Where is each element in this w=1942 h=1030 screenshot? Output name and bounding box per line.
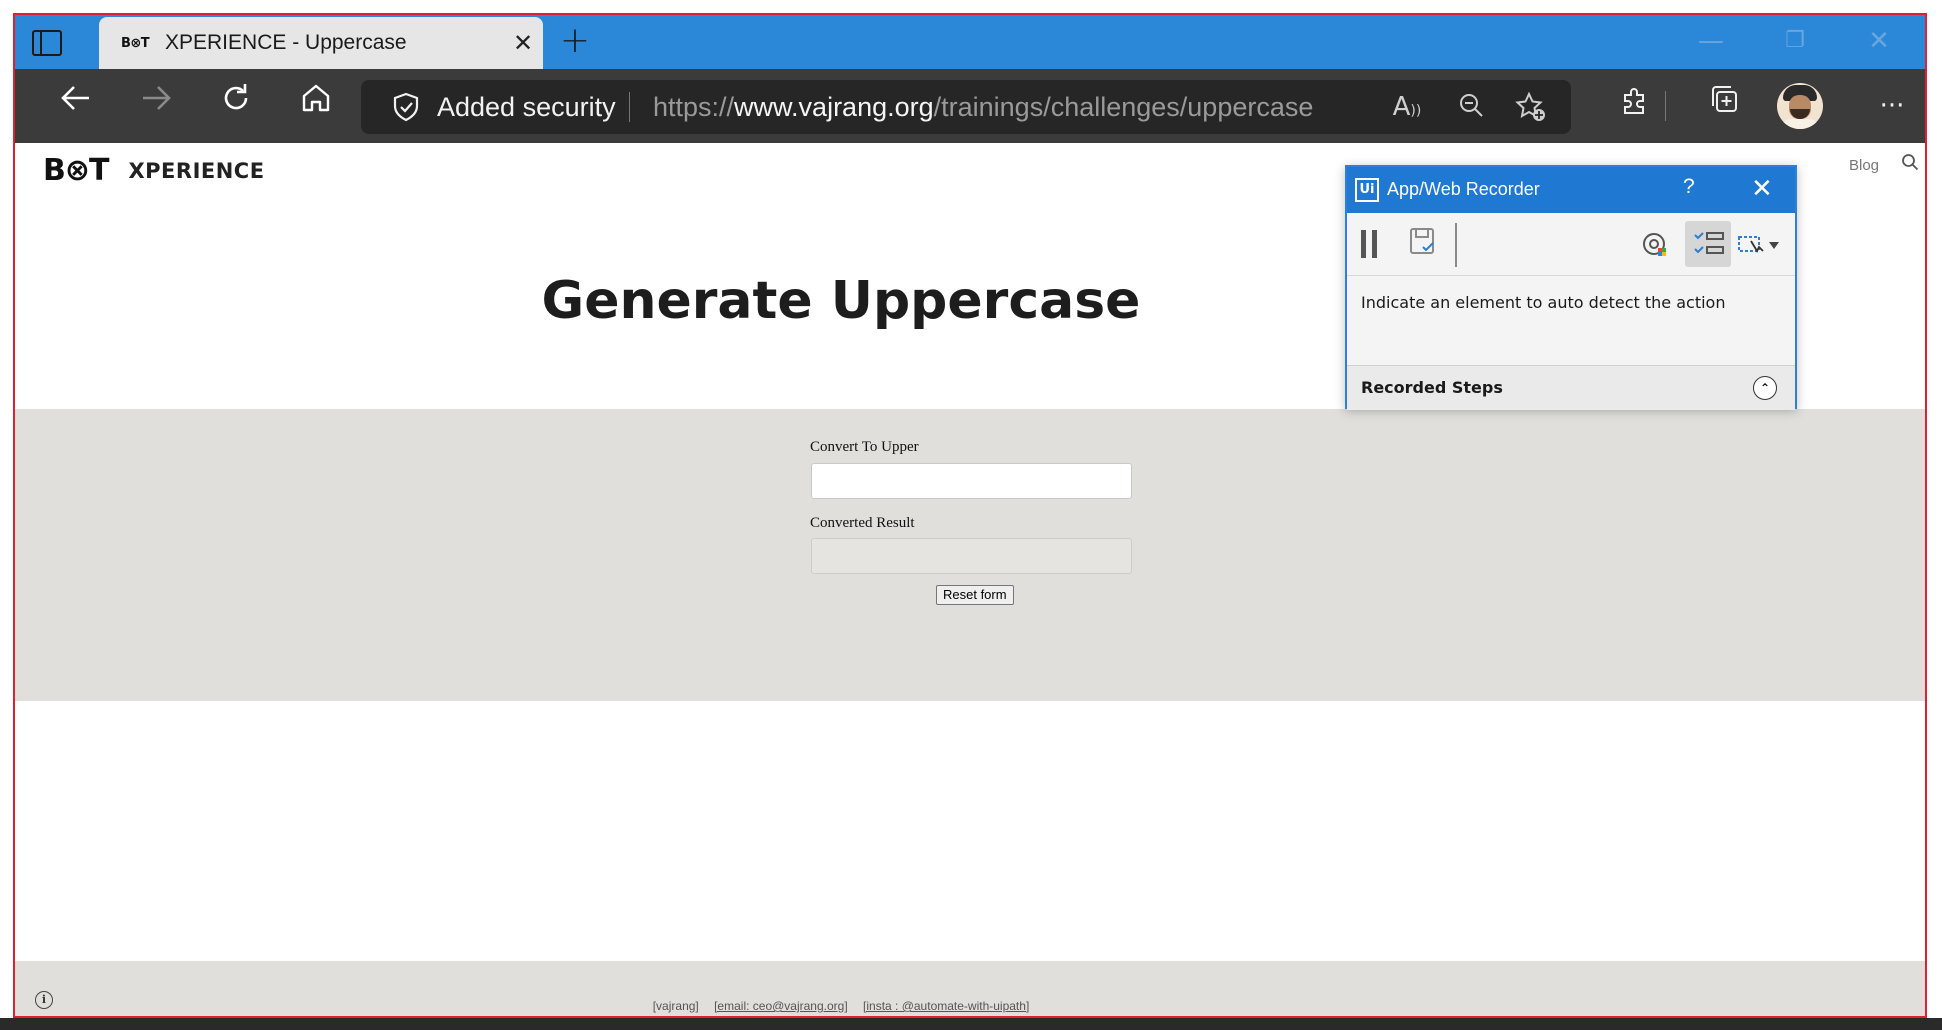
recorded-steps-section[interactable]: Recorded Steps ⌃ [1347,365,1795,410]
url-path: /trainings/challenges/uppercase [933,92,1314,122]
browser-toolbar: Added security https://www.vajrang.org/t… [15,69,1925,143]
save-and-exit-icon[interactable] [1409,227,1437,257]
help-icon[interactable]: ? [1683,175,1695,199]
tab-actions-icon [32,30,62,56]
url-domain: www.vajrang.org [734,92,934,122]
taskbar-strip [0,1018,1942,1030]
footer-links: [vajrang] [email: ceo@vajrang.org] [inst… [15,999,1667,1013]
result-label: Converted Result [810,515,915,531]
shield-icon[interactable] [391,92,421,122]
app-web-recorder-panel: Ui App/Web Recorder ? ✕ Indicate an elem… [1345,165,1797,410]
tab-strip: B⊗T XPERIENCE - Uppercase ✕ + — ❐ ✕ [15,15,1925,69]
tab-title: XPERIENCE - Uppercase [165,31,407,54]
home-icon[interactable] [291,81,341,131]
extensions-icon[interactable] [1611,83,1657,129]
restore-icon[interactable]: ❐ [1765,21,1825,61]
read-aloud-icon[interactable]: A)) [1387,91,1427,123]
window-close-icon[interactable]: ✕ [1849,21,1909,61]
site-brand[interactable]: B⊗T XPERIENCE [43,153,265,188]
zoom-out-icon[interactable] [1451,91,1491,123]
browser-window: B⊗T XPERIENCE - Uppercase ✕ + — ❐ ✕ Adde… [13,13,1927,1018]
uipath-logo-icon: Ui [1355,178,1379,202]
add-favorite-icon[interactable] [1511,91,1551,123]
more-icon[interactable]: ··· [1869,83,1915,129]
site-logo: B⊗T [43,153,109,188]
forward-icon[interactable] [131,81,181,131]
page-footer: [vajrang] [email: ceo@vajrang.org] [inst… [15,961,1925,1016]
close-tab-icon[interactable]: ✕ [503,29,543,57]
new-tab-icon[interactable]: + [555,23,595,63]
recorder-toolbar [1347,213,1795,276]
footer-name: [vajrang] [652,999,699,1013]
target-app-icon[interactable] [1641,231,1669,259]
info-icon[interactable]: i [35,991,53,1009]
result-field[interactable] [811,538,1132,574]
collapse-chevron-icon[interactable]: ⌃ [1753,376,1777,400]
profile-avatar[interactable] [1777,83,1823,129]
site-favicon: B⊗T [121,35,150,51]
minimize-icon[interactable]: — [1681,21,1741,61]
pause-icon[interactable] [1361,230,1377,258]
refresh-icon[interactable] [211,81,261,131]
toolbar-divider [1455,223,1457,267]
brand-name: XPERIENCE [128,158,265,183]
nav-blog[interactable]: Blog [1849,157,1879,174]
recorded-steps-toggle[interactable] [1685,221,1731,267]
tab-actions-button[interactable] [19,21,75,65]
address-divider [629,92,630,122]
recorder-close-icon[interactable]: ✕ [1751,173,1773,204]
convert-input[interactable] [811,463,1132,499]
recorder-titlebar[interactable]: Ui App/Web Recorder ? ✕ [1347,167,1795,213]
checklist-icon [1694,232,1724,254]
recorded-steps-label: Recorded Steps [1361,378,1503,397]
reset-form-button[interactable]: Reset form [936,585,1014,605]
back-icon[interactable] [51,81,101,131]
tab-uppercase[interactable]: B⊗T XPERIENCE - Uppercase ✕ [99,17,543,69]
search-icon[interactable] [1901,153,1919,175]
recorder-message: Indicate an element to auto detect the a… [1361,293,1726,312]
collections-icon[interactable] [1701,83,1747,129]
recorder-title: App/Web Recorder [1387,179,1540,199]
url-prefix: https:// [653,92,735,122]
security-label[interactable]: Added security [437,92,616,123]
address-bar[interactable]: Added security https://www.vajrang.org/t… [361,80,1571,134]
footer-insta-link[interactable]: [insta : @automate-with-uipath] [863,999,1029,1013]
toolbar-divider [1665,91,1666,121]
screen-capture-icon[interactable] [1737,231,1787,259]
footer-email-link[interactable]: [email: ceo@vajrang.org] [714,999,848,1013]
url-text[interactable]: https://www.vajrang.org/trainings/challe… [653,92,1313,123]
convert-label: Convert To Upper [810,439,919,455]
